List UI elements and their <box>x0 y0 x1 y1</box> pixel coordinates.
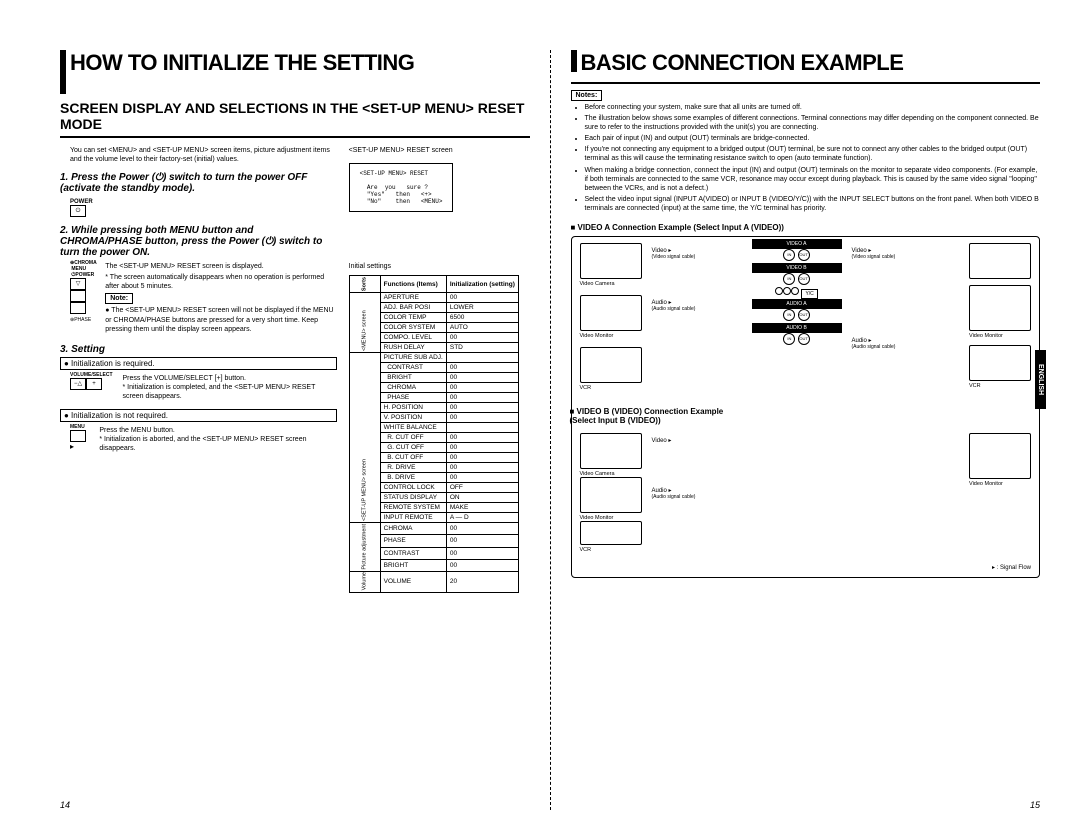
page-num-right: 15 <box>1030 800 1040 810</box>
power-button-icon <box>70 302 86 314</box>
init-required: ● Initialization is required. <box>60 357 337 370</box>
left-subtitle: SCREEN DISPLAY AND SELECTIONS IN THE <SE… <box>60 100 530 132</box>
notes-label: Notes: <box>571 90 603 101</box>
note-item: When making a bridge connection, connect… <box>585 166 1041 193</box>
step-2: 2. While pressing both MENU button and C… <box>60 225 337 258</box>
page-num-left: 14 <box>60 800 70 810</box>
note-item: The illustration below shows some exampl… <box>585 114 1041 132</box>
reset-screen-header: <SET-UP MENU> RESET screen <box>349 146 530 155</box>
note-item: Select the video input signal (INPUT A(V… <box>585 195 1041 213</box>
menu-icon <box>70 430 86 442</box>
menu-button-icon <box>70 290 86 302</box>
intro-text: You can set <MENU> and <SET-UP MENU> scr… <box>60 146 337 164</box>
right-title: BASIC CONNECTION EXAMPLE <box>571 50 1041 76</box>
note-label: Note: <box>105 293 133 304</box>
reset-screen-dump: <SET-UP MENU> RESET Are you sure ? "Yes"… <box>349 163 454 212</box>
vol-minus-icon: −△ <box>70 378 86 390</box>
note-item: Before connecting your system, make sure… <box>585 103 1041 112</box>
note-item: Each pair of input (IN) and output (OUT)… <box>585 134 1041 143</box>
step-3: 3. Setting <box>60 344 337 355</box>
notes-list: Before connecting your system, make sure… <box>571 103 1041 213</box>
table-header: Initial settings <box>349 262 530 271</box>
initial-settings-table: SortsFunctions (Items)Initialization (se… <box>349 275 519 593</box>
note-item: If you're not connecting any equipment t… <box>585 145 1041 163</box>
step-1: 1. Press the Power (⏻) switch to turn th… <box>60 172 337 194</box>
language-tab: ENGLISH <box>1035 350 1046 409</box>
chroma-button-icon: ▽ <box>70 278 86 290</box>
video-camera-icon <box>580 243 642 279</box>
init-not-required: ● Initialization is not required. <box>60 409 337 422</box>
vcr-icon <box>580 347 642 383</box>
connection-diagram: Video Camera Video Monitor VCR Video ▸(V… <box>571 236 1041 578</box>
power-icon: ⏻ <box>70 205 86 217</box>
section-a-header: ■ VIDEO A Connection Example (Select Inp… <box>571 223 1041 232</box>
vol-plus-icon: + <box>86 378 102 390</box>
left-title: HOW TO INITIALIZE THE SETTING <box>60 50 530 94</box>
section-b-header: ■ VIDEO B (VIDEO) Connection Example (Se… <box>570 407 750 425</box>
video-monitor-icon <box>580 295 642 331</box>
